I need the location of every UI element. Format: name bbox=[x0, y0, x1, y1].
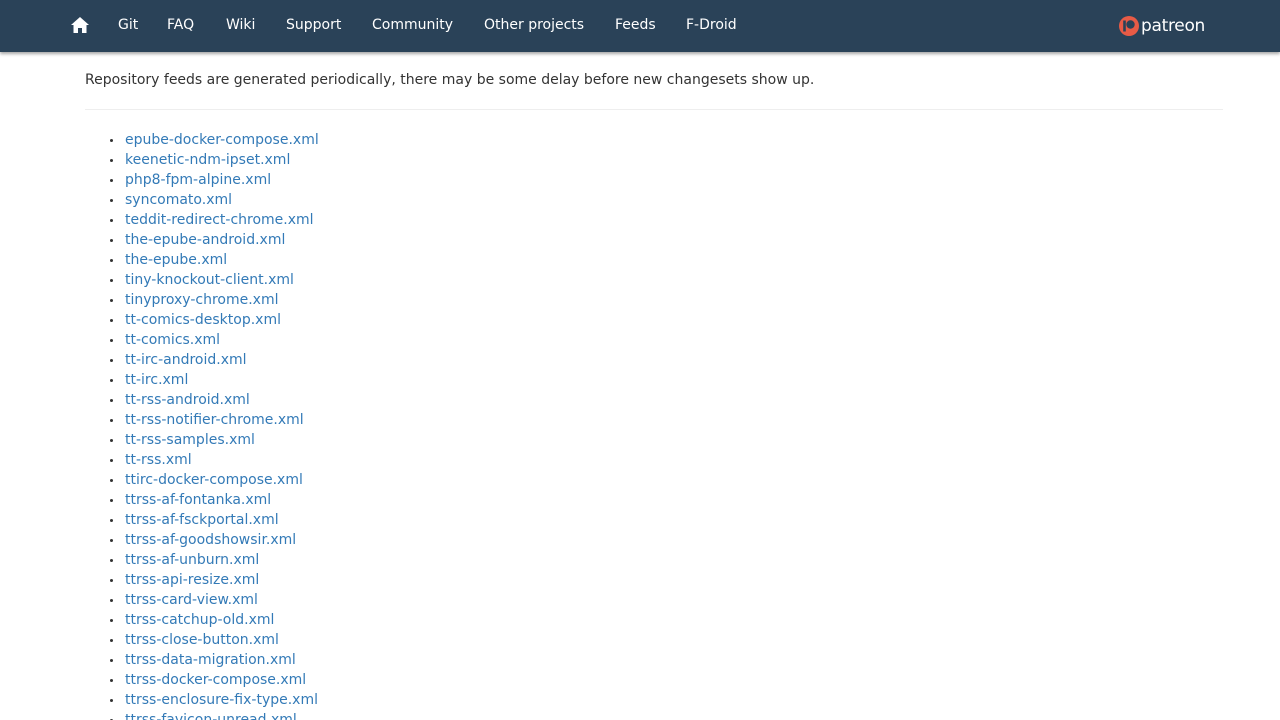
list-item: epube-docker-compose.xml bbox=[110, 130, 319, 150]
list-item: tinyproxy-chrome.xml bbox=[110, 290, 319, 310]
feed-link[interactable]: teddit-redirect-chrome.xml bbox=[125, 212, 314, 228]
list-item: tt-rss-android.xml bbox=[110, 390, 319, 410]
feed-link[interactable]: php8-fpm-alpine.xml bbox=[125, 172, 271, 188]
nav-link-git[interactable]: Git bbox=[118, 16, 138, 34]
feed-link[interactable]: tinyproxy-chrome.xml bbox=[125, 292, 278, 308]
feed-link[interactable]: ttrss-api-resize.xml bbox=[125, 572, 259, 588]
feed-link[interactable]: ttrss-af-fsckportal.xml bbox=[125, 512, 279, 528]
list-item: keenetic-ndm-ipset.xml bbox=[110, 150, 319, 170]
feed-link[interactable]: ttrss-af-goodshowsir.xml bbox=[125, 532, 296, 548]
feed-link[interactable]: tt-rss-samples.xml bbox=[125, 432, 255, 448]
patreon-button[interactable]: patreon bbox=[1116, 13, 1216, 38]
feed-link[interactable]: ttirc-docker-compose.xml bbox=[125, 472, 303, 488]
nav-link-support[interactable]: Support bbox=[286, 16, 341, 34]
list-item: ttrss-af-goodshowsir.xml bbox=[110, 530, 319, 550]
list-item: ttrss-af-fsckportal.xml bbox=[110, 510, 319, 530]
list-item: ttrss-api-resize.xml bbox=[110, 570, 319, 590]
feed-link[interactable]: keenetic-ndm-ipset.xml bbox=[125, 152, 290, 168]
nav-link-community[interactable]: Community bbox=[372, 16, 453, 34]
list-item: ttrss-catchup-old.xml bbox=[110, 610, 319, 630]
nav-link-wiki[interactable]: Wiki bbox=[226, 16, 255, 34]
feed-link[interactable]: tt-comics.xml bbox=[125, 332, 220, 348]
feed-link[interactable]: tt-rss.xml bbox=[125, 452, 192, 468]
divider bbox=[85, 109, 1223, 110]
list-item: tt-rss-samples.xml bbox=[110, 430, 319, 450]
home-icon bbox=[71, 17, 89, 33]
list-item: ttirc-docker-compose.xml bbox=[110, 470, 319, 490]
home-link[interactable] bbox=[67, 13, 93, 37]
feed-link[interactable]: ttrss-af-fontanka.xml bbox=[125, 492, 271, 508]
list-item: ttrss-close-button.xml bbox=[110, 630, 319, 650]
list-item: ttrss-enclosure-fix-type.xml bbox=[110, 690, 319, 710]
patreon-icon bbox=[1119, 15, 1139, 36]
list-item: the-epube-android.xml bbox=[110, 230, 319, 250]
feed-link[interactable]: tt-irc.xml bbox=[125, 372, 188, 388]
feed-link[interactable]: epube-docker-compose.xml bbox=[125, 132, 319, 148]
nav-link-feeds[interactable]: Feeds bbox=[615, 16, 656, 34]
feed-link[interactable]: tt-comics-desktop.xml bbox=[125, 312, 281, 328]
list-item: tt-comics-desktop.xml bbox=[110, 310, 319, 330]
list-item: syncomato.xml bbox=[110, 190, 319, 210]
feed-link[interactable]: ttrss-af-unburn.xml bbox=[125, 552, 259, 568]
list-item: the-epube.xml bbox=[110, 250, 319, 270]
list-item: tt-rss.xml bbox=[110, 450, 319, 470]
list-item: ttrss-data-migration.xml bbox=[110, 650, 319, 670]
feed-link[interactable]: tt-irc-android.xml bbox=[125, 352, 247, 368]
nav-link-f-droid[interactable]: F-Droid bbox=[686, 16, 737, 34]
list-item: ttrss-af-unburn.xml bbox=[110, 550, 319, 570]
nav-link-other-projects[interactable]: Other projects bbox=[484, 16, 584, 34]
top-navbar: Git FAQ Wiki Support Community Other pro… bbox=[0, 0, 1280, 52]
list-item: teddit-redirect-chrome.xml bbox=[110, 210, 319, 230]
feed-link[interactable]: ttrss-data-migration.xml bbox=[125, 652, 296, 668]
feed-link[interactable]: ttrss-card-view.xml bbox=[125, 592, 258, 608]
patreon-label: patreon bbox=[1141, 15, 1206, 36]
list-item: ttrss-docker-compose.xml bbox=[110, 670, 319, 690]
list-item: ttrss-af-fontanka.xml bbox=[110, 490, 319, 510]
list-item: tt-rss-notifier-chrome.xml bbox=[110, 410, 319, 430]
feed-link[interactable]: ttrss-close-button.xml bbox=[125, 632, 279, 648]
feed-link[interactable]: ttrss-enclosure-fix-type.xml bbox=[125, 692, 318, 708]
list-item: tiny-knockout-client.xml bbox=[110, 270, 319, 290]
list-item: ttrss-favicon-unread.xml bbox=[110, 710, 319, 720]
feed-list: epube-docker-compose.xml keenetic-ndm-ips… bbox=[110, 130, 319, 720]
feed-link[interactable]: ttrss-favicon-unread.xml bbox=[125, 712, 297, 720]
feed-link[interactable]: ttrss-catchup-old.xml bbox=[125, 612, 274, 628]
feeds-notice: Repository feeds are generated periodica… bbox=[85, 72, 815, 88]
feed-link[interactable]: the-epube-android.xml bbox=[125, 232, 285, 248]
feed-link[interactable]: the-epube.xml bbox=[125, 252, 227, 268]
nav-link-faq[interactable]: FAQ bbox=[167, 16, 194, 34]
feed-link[interactable]: tt-rss-android.xml bbox=[125, 392, 250, 408]
list-item: ttrss-card-view.xml bbox=[110, 590, 319, 610]
feed-link[interactable]: ttrss-docker-compose.xml bbox=[125, 672, 306, 688]
list-item: php8-fpm-alpine.xml bbox=[110, 170, 319, 190]
list-item: tt-comics.xml bbox=[110, 330, 319, 350]
feed-link[interactable]: syncomato.xml bbox=[125, 192, 232, 208]
feed-link[interactable]: tt-rss-notifier-chrome.xml bbox=[125, 412, 304, 428]
list-item: tt-irc.xml bbox=[110, 370, 319, 390]
list-item: tt-irc-android.xml bbox=[110, 350, 319, 370]
feed-link[interactable]: tiny-knockout-client.xml bbox=[125, 272, 294, 288]
